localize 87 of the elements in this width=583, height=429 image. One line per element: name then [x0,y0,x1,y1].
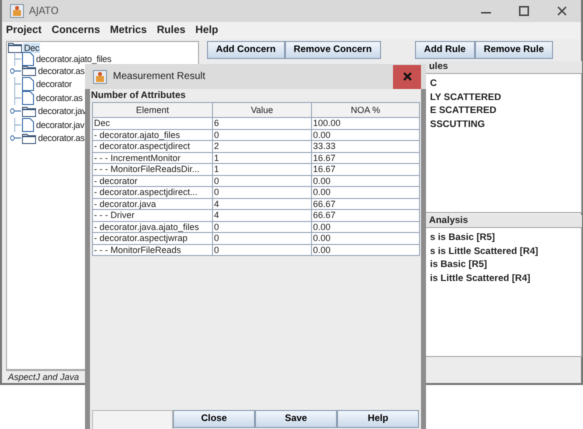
table-cell: - decorator.java [92,198,212,210]
close-button[interactable] [393,64,421,88]
table-cell: - decorator.aspectjdirect [92,140,212,152]
table-cell: 1 [212,164,312,175]
table-heading: Number of Attributes [90,89,187,102]
table-cell: - decorator.ajato_files [92,129,212,140]
folder-icon [22,132,36,144]
table-cell: 66.67 [312,198,420,210]
tree-item[interactable]: decorator [35,79,73,90]
tree-item[interactable]: decorator.as [37,66,86,76]
dialog-button[interactable]: Close [173,410,255,428]
table-cell: 4 [212,210,312,221]
close-icon [402,72,412,81]
table-cell: 100.00 [312,118,420,129]
dialog-button[interactable]: Save [255,410,337,428]
rule-item[interactable]: LY SCATTERED [430,90,581,104]
toolbar-button[interactable]: Remove Rule [474,41,553,59]
folder-icon [22,106,36,117]
tree-item[interactable]: decorator.jav [37,106,88,116]
maximize-icon [519,6,529,16]
analysis-item[interactable]: s is Basic [R5] [430,231,581,244]
table-cell: 0.00 [312,129,420,140]
table-cell: 0.00 [312,221,420,232]
table-cell: 2 [212,140,312,152]
analysis-item[interactable]: s is Little Scattered [R4] [430,244,581,258]
table-cell: 66.67 [312,210,420,221]
column-header[interactable]: Value [212,102,312,118]
tree-item[interactable]: decorator.as [35,92,84,103]
menu-item[interactable]: Help [195,22,218,38]
toolbar-button[interactable]: Add Concern [207,41,285,59]
analysis-item[interactable]: is Basic [R5] [430,258,581,272]
table-cell: 0 [212,175,312,186]
table-cell: - - - MonitorFileReads [92,244,212,256]
menu-item[interactable]: Metrics [110,22,147,38]
tree-item[interactable]: decorator.ajato_files [35,54,112,64]
column-header[interactable]: Element [92,102,212,118]
close-icon [557,6,567,16]
table-cell: 4 [212,198,312,210]
table-cell: 0.00 [312,244,420,256]
app-icon [93,70,107,84]
expand-handle-icon[interactable] [10,134,21,142]
file-icon [22,118,34,132]
tree-item[interactable]: Dec [23,42,40,52]
menu-item[interactable]: Project [6,22,42,38]
table-cell: 0.00 [312,175,420,186]
rule-item[interactable]: SSCUTTING [430,118,581,131]
table-cell: 0 [212,186,312,198]
table-cell: 0.00 [312,232,420,244]
file-icon [22,90,34,105]
dialog-button[interactable]: Help [337,410,419,428]
table-cell: - decorator.java.ajato_files [92,221,212,232]
app-icon [10,4,24,18]
table-cell: 0 [212,129,312,140]
folder-icon [22,65,36,76]
dialog-title: Measurement Result [113,70,206,84]
table-cell: - - - IncrementMonitor [92,152,212,164]
rule-item[interactable]: C [430,77,581,90]
tree-item[interactable]: decorator.jav [35,120,86,130]
menu-item[interactable]: Rules [156,22,186,38]
expand-handle-icon[interactable] [10,107,21,116]
table-cell: - - - Driver [92,210,212,221]
file-icon [22,77,34,92]
menu-item[interactable]: Concerns [52,22,100,38]
table-cell: - - - MonitorFileReadsDir... [92,164,212,175]
file-icon [22,52,34,66]
table-cell: 6 [212,118,312,129]
table-cell: Dec [92,118,212,129]
table-cell: - decorator [92,175,212,186]
table-cell: 0 [212,232,312,244]
table-cell: 0.00 [312,186,420,198]
window-title: AJATO [29,4,59,18]
table-cell: 0 [212,221,312,232]
table-cell: 16.67 [312,152,420,164]
toolbar-button[interactable]: Add Rule [415,41,475,59]
toolbar-button[interactable]: Remove Concern [284,41,381,59]
table-cell: - decorator.aspectjwrap [92,232,212,244]
tree-item[interactable]: decorator.as [37,133,86,144]
expand-handle-icon[interactable] [10,66,21,75]
table-cell: 0 [212,244,312,256]
section-label: ules [419,61,582,73]
column-header[interactable]: NOA % [312,102,420,118]
rule-item[interactable]: E SCATTERED [430,104,581,118]
table-cell: - decorator.aspectjdirect... [92,186,212,198]
table-cell: 33.33 [312,140,420,152]
table-cell: 1 [212,152,312,164]
analysis-item[interactable]: is Little Scattered [R4] [430,272,581,285]
table-cell: 16.67 [312,164,420,175]
